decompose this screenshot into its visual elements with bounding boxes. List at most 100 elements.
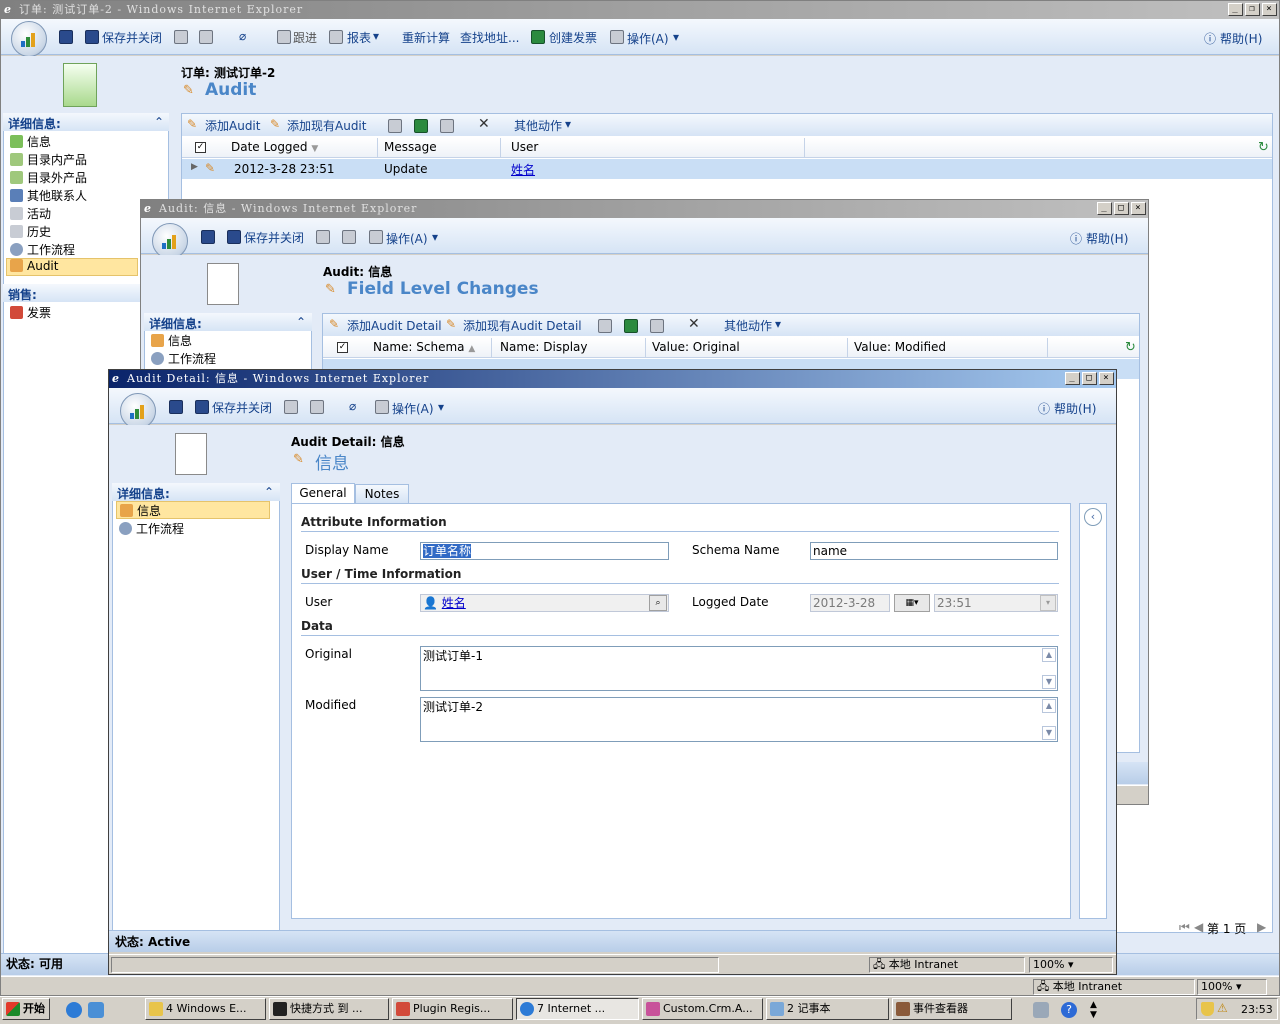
collapse-icon[interactable]: ⌃ (296, 315, 306, 329)
minimize-button[interactable]: _ (1228, 3, 1243, 16)
mail-merge-icon[interactable] (650, 319, 664, 333)
nav-item-workflow[interactable]: 工作流程 (10, 241, 75, 258)
excel-export-icon[interactable] (414, 119, 428, 133)
taskbar-item-custom-crm[interactable]: Custom.Crm.A... (642, 998, 763, 1020)
col-name-schema[interactable]: Name: Schema ▲ (367, 338, 492, 357)
nav-item-activities[interactable]: 活动 (10, 205, 51, 222)
print-icon[interactable] (310, 400, 324, 414)
minimize-button[interactable]: _ (1065, 372, 1080, 385)
nav-item-info[interactable]: 信息 (116, 501, 270, 519)
nav-item-workflow[interactable]: 工作流程 (119, 520, 184, 537)
print-icon[interactable] (199, 30, 213, 44)
mail-merge-icon[interactable] (440, 119, 454, 133)
display-name-field[interactable]: 订单名称 (420, 542, 669, 560)
scroll-up-icon[interactable]: ▲ (1042, 648, 1056, 662)
time-dropdown-icon[interactable]: ▾ (1040, 595, 1056, 611)
add-audit-button[interactable]: 添加Audit (205, 117, 260, 134)
nav-item-contacts[interactable]: 其他联系人 (10, 187, 87, 204)
taskbar-item-event-viewer[interactable]: 事件查看器 (892, 998, 1012, 1020)
print-icon[interactable] (598, 319, 612, 333)
actions-menu[interactable]: 操作(A) (627, 30, 669, 47)
excel-export-icon[interactable] (624, 319, 638, 333)
back-window-titlebar[interactable]: e 订单: 测试订单-2 - Windows Internet Explorer… (1, 1, 1279, 19)
collapse-icon[interactable]: ⌃ (154, 115, 164, 129)
col-value-modified[interactable]: Value: Modified (848, 338, 1048, 357)
actions-menu[interactable]: 操作(A) (386, 230, 428, 247)
start-button[interactable]: 开始 (2, 998, 50, 1020)
save-close-button[interactable]: 保存并关闭 (102, 29, 162, 46)
zoom-cell[interactable]: 100% ▾ (1197, 979, 1267, 995)
close-button[interactable]: × (1099, 372, 1114, 385)
refresh-icon[interactable]: ↻ (1258, 140, 1269, 155)
delete-icon[interactable]: ✕ (478, 116, 490, 132)
show-desktop-icon[interactable] (88, 1002, 104, 1018)
zoom-cell[interactable]: 100% ▾ (1029, 957, 1113, 973)
tray-expand-icon[interactable]: ▲ ▼ (1090, 1000, 1100, 1020)
nav-item-info[interactable]: 信息 (10, 133, 51, 150)
schema-name-field[interactable]: name (810, 542, 1058, 560)
save-icon[interactable] (169, 400, 183, 414)
add-existing-audit-button[interactable]: 添加现有Audit (287, 117, 366, 134)
save-new-icon[interactable] (174, 30, 188, 44)
col-name-display[interactable]: Name: Display (494, 338, 646, 357)
attach-icon[interactable]: ⌀ (349, 399, 356, 413)
scroll-up-icon[interactable]: ▲ (1042, 699, 1056, 713)
save-new-icon[interactable] (316, 230, 330, 244)
create-invoice-button[interactable]: 创建发票 (549, 29, 597, 46)
follow-up-button[interactable]: 跟进 (293, 29, 317, 46)
help-tray-icon[interactable]: ? (1061, 1002, 1077, 1018)
taskbar-item-plugin-registration[interactable]: Plugin Regis... (392, 998, 513, 1020)
tab-general[interactable]: General (291, 483, 355, 503)
col-user[interactable]: User (505, 138, 805, 157)
col-value-original[interactable]: Value: Original (646, 338, 848, 357)
more-actions-menu[interactable]: 其他动作 (514, 117, 562, 134)
save-close-button[interactable]: 保存并关闭 (212, 399, 272, 416)
close-button[interactable]: × (1262, 3, 1277, 16)
warning-icon[interactable]: ⚠ (1217, 1001, 1228, 1015)
middle-window-titlebar[interactable]: e Audit: 信息 - Windows Internet Explorer … (141, 200, 1148, 218)
taskbar-item-notepad[interactable]: 2 记事本 (766, 998, 889, 1020)
user-lookup-field[interactable]: 👤 姓名 (420, 594, 669, 612)
scroll-down-icon[interactable]: ▼ (1042, 675, 1056, 689)
ie-quicklaunch-icon[interactable] (66, 1002, 82, 1018)
clock[interactable]: 23:53 (1241, 1003, 1273, 1016)
save-icon[interactable] (59, 30, 73, 44)
taskbar-item-internet-explorer[interactable]: 7 Internet ... (516, 998, 639, 1020)
actions-menu[interactable]: 操作(A) (392, 400, 434, 417)
modified-textarea[interactable]: 测试订单-2 (420, 697, 1058, 742)
front-window-titlebar[interactable]: e Audit Detail: 信息 - Windows Internet Ex… (109, 370, 1116, 388)
help-menu[interactable]: 帮助(H) (1054, 400, 1096, 417)
refresh-icon[interactable]: ↻ (1125, 340, 1136, 355)
save-new-icon[interactable] (284, 400, 298, 414)
delete-icon[interactable]: ✕ (688, 316, 700, 332)
add-existing-audit-detail-button[interactable]: 添加现有Audit Detail (463, 317, 582, 334)
close-button[interactable]: × (1131, 202, 1146, 215)
shield-icon[interactable] (1201, 1002, 1214, 1016)
table-row[interactable] (182, 159, 1272, 179)
select-all-checkbox[interactable]: ✓ (337, 342, 348, 353)
calendar-icon[interactable]: ▦▾ (894, 594, 930, 612)
select-all-checkbox[interactable]: ✓ (195, 142, 206, 153)
collapse-side-icon[interactable]: ‹ (1084, 508, 1102, 526)
maximize-button[interactable]: □ (1082, 372, 1097, 385)
nav-item-catalog-products[interactable]: 目录内产品 (10, 151, 87, 168)
logged-date-field[interactable]: 2012-3-28 (810, 594, 890, 612)
nav-item-invoices[interactable]: 发票 (10, 304, 51, 321)
tab-notes[interactable]: Notes (355, 484, 409, 503)
scroll-down-icon[interactable]: ▼ (1042, 726, 1056, 740)
cell-user-link[interactable]: 姓名 (511, 161, 535, 178)
minimize-button[interactable]: _ (1097, 202, 1112, 215)
reports-button[interactable]: 报表 (347, 29, 371, 46)
nav-item-workflow[interactable]: 工作流程 (151, 350, 216, 367)
recalc-button[interactable]: 重新计算 (402, 29, 450, 46)
attach-icon[interactable]: ⌀ (239, 29, 246, 43)
original-textarea[interactable]: 测试订单-1 (420, 646, 1058, 691)
more-actions-menu[interactable]: 其他动作 (724, 317, 772, 334)
nav-item-writein-products[interactable]: 目录外产品 (10, 169, 87, 186)
restore-button[interactable]: ❐ (1245, 3, 1260, 16)
prev-page-icon[interactable]: ◀ (1194, 920, 1203, 934)
collapse-icon[interactable]: ⌃ (264, 485, 274, 499)
maximize-button[interactable]: □ (1114, 202, 1129, 215)
lookup-icon[interactable]: ⌕ (649, 595, 667, 611)
add-audit-detail-button[interactable]: 添加Audit Detail (347, 317, 442, 334)
